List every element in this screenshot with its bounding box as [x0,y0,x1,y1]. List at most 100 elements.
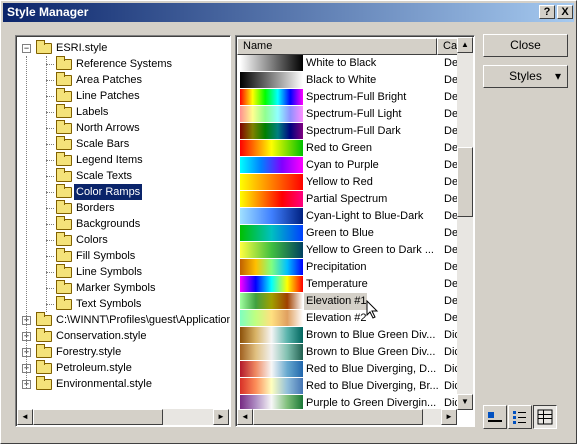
tree-item[interactable]: + C:\WINNT\Profiles\guest\Application [16,312,230,328]
tree-item[interactable]: Area Patches [16,72,230,88]
tree-item[interactable]: Scale Bars [16,136,230,152]
list-scroll-left-icon[interactable]: ◄ [237,409,253,425]
color-ramp-swatch [240,225,303,241]
scroll-down-icon[interactable]: ▼ [457,394,473,410]
list-scroll-right-icon[interactable]: ► [441,409,457,425]
color-ramp-row[interactable]: Cyan-Light to Blue-Dark Def [238,208,472,225]
color-ramp-name: Elevation #1 [304,293,367,310]
tree-item[interactable]: North Arrows [16,120,230,136]
tree-item-label: Scale Texts [76,170,133,182]
scroll-right-icon[interactable]: ► [213,409,229,425]
color-ramp-row[interactable]: Brown to Blue Green Div... Dic [238,344,472,361]
tree-item[interactable]: + Conservation.style [16,328,230,344]
list-hscrollbar[interactable]: ◄ ► [237,409,457,425]
color-ramp-name: Spectrum-Full Light [306,108,402,120]
tree-item[interactable]: Line Patches [16,88,230,104]
tree-item[interactable]: Colors [16,232,230,248]
tree-item-label: Environmental.style [56,378,152,390]
tree-item[interactable]: Backgrounds [16,216,230,232]
color-ramp-row[interactable]: Partial Spectrum Def [238,191,472,208]
tree-item[interactable]: Borders [16,200,230,216]
color-ramp-row[interactable]: Temperature Def [238,276,472,293]
style-manager-window: Style Manager ? X + Environmental.style + P… [0,0,577,444]
color-ramp-swatch [240,106,303,122]
close-button[interactable]: Close [483,34,568,57]
color-ramp-row[interactable]: Black to White Def [238,72,472,89]
color-ramp-swatch [240,89,303,105]
tree-item[interactable]: Text Symbols [16,296,230,312]
color-ramp-swatch [240,259,303,275]
window-title: Style Manager [7,5,89,19]
color-ramp-row[interactable]: Yellow to Red Def [238,174,472,191]
tree-item[interactable]: Marker Symbols [16,280,230,296]
tree-item[interactable]: Reference Systems [16,56,230,72]
list-vscrollbar[interactable]: ▲ ▼ [457,37,473,410]
list-view-icon [513,411,526,424]
scroll-up-icon[interactable]: ▲ [457,37,473,53]
color-ramp-row[interactable]: Spectrum-Full Light Def [238,106,472,123]
tree-item[interactable]: Fill Symbols [16,248,230,264]
color-ramp-row[interactable]: Elevation #1 Def [238,293,472,310]
styles-button[interactable]: Styles ▾ [483,65,568,88]
color-ramp-row[interactable]: Elevation #2 Def [238,310,472,327]
color-ramp-row[interactable]: Red to Blue Diverging, D... Dic [238,361,472,378]
color-ramp-row[interactable]: Spectrum-Full Dark Def [238,123,472,140]
color-ramp-swatch [240,293,303,309]
list-vscroll-thumb[interactable] [457,147,473,217]
color-ramp-row[interactable]: Yellow to Green to Dark ... Def [238,242,472,259]
mouse-cursor-icon [366,300,379,319]
details-view-button[interactable] [533,405,557,429]
color-ramp-row[interactable]: Brown to Blue Green Div... Dic [238,327,472,344]
symbol-list[interactable]: Purple to Green Divergin... Dic Red to Blu… [235,35,475,427]
color-ramp-swatch [240,242,303,258]
large-icons-view-button[interactable] [483,405,507,429]
tree-item[interactable]: + Forestry.style [16,344,230,360]
color-ramp-name: Black to White [306,74,377,86]
help-button[interactable]: ? [539,5,555,19]
tree-item[interactable]: Legend Items [16,152,230,168]
color-ramp-swatch [240,140,303,156]
color-ramp-name: Red to Blue Diverging, Br... [306,380,439,392]
tree-item[interactable]: − ESRI.style [16,40,230,56]
color-ramp-row[interactable]: Red to Green Def [238,140,472,157]
folder-icon [36,376,52,390]
color-ramp-row[interactable]: Precipitation Def [238,259,472,276]
list-view-button[interactable] [508,405,532,429]
column-header-name[interactable]: Name [237,38,437,55]
folder-icon [56,168,72,182]
scroll-left-icon[interactable]: ◄ [17,409,33,425]
tree-item-label: Backgrounds [76,218,141,230]
tree-item[interactable]: + Environmental.style [16,376,230,392]
folder-icon [56,296,72,310]
color-ramp-swatch [240,55,303,71]
folder-icon [56,136,72,150]
tree-item[interactable]: + Petroleum.style [16,360,230,376]
list-hscroll-thumb[interactable] [253,409,423,425]
tree-item-label: Reference Systems [76,58,172,70]
close-window-button[interactable]: X [557,5,573,19]
folder-icon [56,152,72,166]
color-ramp-name: Partial Spectrum [306,193,388,205]
tree-item[interactable]: Color Ramps [16,184,230,200]
color-ramp-swatch [240,361,303,377]
tree-hscroll-thumb[interactable] [33,409,163,425]
tree-item[interactable]: Scale Texts [16,168,230,184]
color-ramp-row[interactable]: Cyan to Purple Def [238,157,472,174]
color-ramp-row[interactable]: Spectrum-Full Bright Def [238,89,472,106]
color-ramp-row[interactable]: White to Black Def [238,55,472,72]
color-ramp-name: Yellow to Green to Dark ... [306,244,434,256]
tree-item-label: Fill Symbols [76,250,136,262]
tree-item-label: Colors [76,234,108,246]
tree-item[interactable]: Line Symbols [16,264,230,280]
color-ramp-swatch [240,276,303,292]
tree-hscrollbar[interactable]: ◄ ► [17,409,229,425]
styles-button-label: Styles [509,69,542,83]
tree-item[interactable]: Labels [16,104,230,120]
folder-icon [56,216,72,230]
style-tree[interactable]: + Environmental.style + Petroleum.style + For… [15,35,231,427]
color-ramp-name: Temperature [306,278,368,290]
color-ramp-row[interactable]: Green to Blue Def [238,225,472,242]
color-ramp-name: Precipitation [306,261,367,273]
color-ramp-row[interactable]: Red to Blue Diverging, Br... Dic [238,378,472,395]
collapse-icon[interactable]: − [22,44,31,53]
